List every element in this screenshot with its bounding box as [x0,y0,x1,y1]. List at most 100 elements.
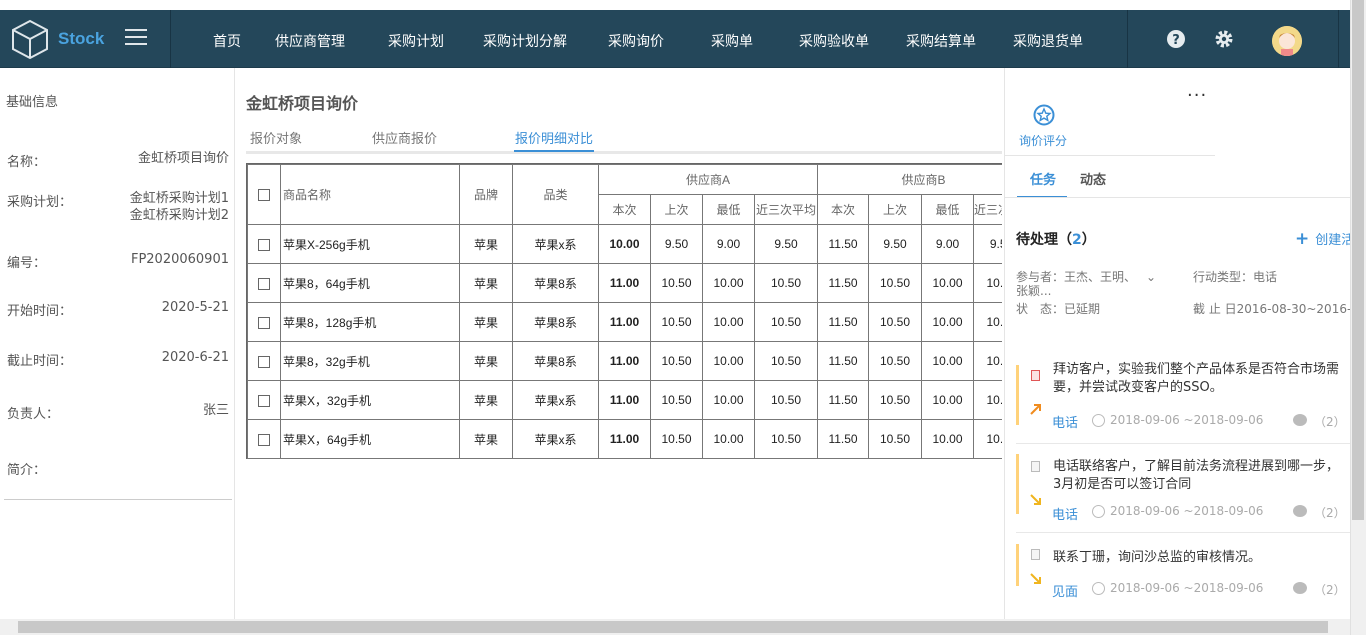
vertical-scrollbar-thumb[interactable] [1352,0,1364,520]
table-row[interactable]: 苹果X，64g手机 苹果 苹果x系 11.00 10.50 10.00 10.50 11.50… [247,419,1002,459]
hamburger-menu-icon[interactable] [125,29,147,47]
checkbox-icon[interactable] [258,394,270,407]
help-icon[interactable]: ? [1166,29,1186,49]
rating-label[interactable]: 询价评分 [1019,132,1067,149]
row-checkbox[interactable] [247,341,281,381]
nav-home[interactable]: 首页 [213,31,241,51]
nav-purchase-inquiry[interactable]: 采购询价 [608,31,664,51]
price-cell: 11.50 [817,224,870,264]
row-checkbox[interactable] [247,224,281,264]
create-activity-button[interactable]: + 创建活 [1295,229,1354,249]
row-checkbox[interactable] [247,263,281,303]
select-all-checkbox[interactable] [247,164,281,225]
price-cell: 10.50 [868,302,923,342]
product-brand: 苹果 [459,263,513,303]
price-cell: 10.50 [753,263,819,303]
col-header-supplier-b: 供应商B [817,164,1002,195]
nav-acceptance-order[interactable]: 采购验收单 [799,31,869,51]
price-cell: 10.50 [753,419,819,459]
product-name: 苹果8，64g手机 [280,263,460,303]
pending-count: 2 [1072,232,1082,248]
nav-supplier-management[interactable]: 供应商管理 [275,31,345,51]
price-cell: 11.50 [817,419,870,459]
tab-activity[interactable]: 动态 [1080,169,1106,188]
price-cell: 10.50 [868,419,923,459]
price-cell: 11.00 [598,380,651,420]
checkbox-icon[interactable] [258,433,270,446]
product-category: 苹果8系 [512,341,599,381]
arrow-down-right-icon [1030,573,1041,584]
field-label-plan: 采购计划： [7,195,73,210]
tab-tasks[interactable]: 任务 [1030,169,1056,188]
divider [1016,532,1351,533]
price-cell: 10.00 [702,380,755,420]
active-tab-indicator [514,150,594,152]
brand-name[interactable]: Stock [58,29,104,49]
document-icon [1031,549,1040,560]
checkbox-icon[interactable] [258,355,270,368]
task-dates: 2018-09-06 ~2018-09-06 [1110,581,1264,595]
task-dates: 2018-09-06 ~2018-09-06 [1110,504,1264,518]
col-header-supplier-a: 供应商A [597,164,819,195]
table-row[interactable]: 苹果X-256g手机 苹果 苹果x系 10.00 9.50 9.00 9.50 11.50 9.… [247,224,1002,264]
comment-icon[interactable] [1293,582,1307,594]
horizontal-scrollbar-thumb[interactable] [18,621,1328,633]
row-checkbox[interactable] [247,380,281,420]
comment-icon[interactable] [1293,505,1307,517]
task-type[interactable]: 见面 [1052,581,1078,600]
sub-header-current: 本次 [598,194,651,225]
price-cell: 10.50 [868,380,923,420]
price-cell: 10.50 [973,380,1002,420]
nav-purchase-plan-breakdown[interactable]: 采购计划分解 [483,31,567,51]
product-category: 苹果x系 [512,419,599,459]
nav-return-order[interactable]: 采购退货单 [1013,31,1083,51]
row-checkbox[interactable] [247,419,281,459]
price-cell: 10.50 [650,419,703,459]
divider [1127,10,1128,68]
nav-purchase-order[interactable]: 采购单 [711,31,753,51]
checkbox-icon[interactable] [258,316,270,329]
table-row[interactable]: 苹果8，32g手机 苹果 苹果8系 11.00 10.50 10.00 10.50 11.50… [247,341,1002,381]
price-cell: 11.00 [598,263,651,303]
table-row[interactable]: 苹果X，32g手机 苹果 苹果x系 11.00 10.50 10.00 10.50 11.50… [247,380,1002,420]
nav-settlement-order[interactable]: 采购结算单 [906,31,976,51]
cube-logo-icon[interactable] [10,18,50,60]
tab-supplier-quotes[interactable]: 供应商报价 [372,128,437,147]
nav-purchase-plan[interactable]: 采购计划 [388,31,444,51]
price-cell: 10.50 [650,302,703,342]
comment-icon[interactable] [1293,414,1307,426]
checkbox-icon[interactable] [258,277,270,290]
document-icon [1031,461,1040,472]
star-rating-icon[interactable] [1033,104,1055,126]
price-cell: 10.00 [921,380,975,420]
product-name: 苹果X，32g手机 [280,380,460,420]
task-card[interactable]: 联系丁珊，询问沙总监的审核情况。 见面 2018-09-06 ~2018-09-… [1016,536,1351,608]
top-nav-bar: Stock 首页 供应商管理 采购计划 采购计划分解 采购询价 采购单 采购验收… [0,10,1350,68]
price-cell: 11.00 [598,419,651,459]
task-card[interactable]: 电话联络客户，了解目前法务流程进展到哪一步，3月初是否可以签订合同 电话 201… [1016,444,1351,524]
table-row[interactable]: 苹果8，128g手机 苹果 苹果8系 11.00 10.50 10.00 10.50 11.5… [247,302,1002,342]
field-value-owner: 张三 [202,403,229,418]
checkbox-icon[interactable] [258,238,270,251]
price-cell: 10.50 [973,419,1002,459]
avatar[interactable] [1272,26,1302,56]
row-checkbox[interactable] [247,302,281,342]
tab-quote-targets[interactable]: 报价对象 [250,128,302,147]
arrow-up-right-icon [1030,404,1041,415]
price-cell: 10.50 [868,341,923,381]
task-type[interactable]: 电话 [1052,504,1078,523]
tab-quote-comparison[interactable]: 报价明细对比 [515,128,593,147]
chevron-down-icon[interactable]: ⌄ [1146,270,1156,284]
price-cell: 10.00 [702,263,755,303]
task-type[interactable]: 电话 [1052,412,1078,431]
page-title: 金虹桥项目询价 [246,94,359,113]
price-cell: 9.50 [650,224,703,264]
task-card[interactable]: 拜访客户，实验我们整个产品体系是否符合市场需要，并尝试改变客户的SSO。 电话 … [1016,351,1351,431]
more-options-icon[interactable]: ··· [1187,85,1207,106]
comment-count: （2） [1314,415,1346,429]
price-cell: 10.50 [973,341,1002,381]
table-row[interactable]: 苹果8，64g手机 苹果 苹果8系 11.00 10.50 10.00 10.50 11.50… [247,263,1002,303]
gear-icon[interactable] [1214,29,1234,49]
price-cell: 10.00 [702,302,755,342]
sub-header-lowest: 最低 [921,194,975,225]
